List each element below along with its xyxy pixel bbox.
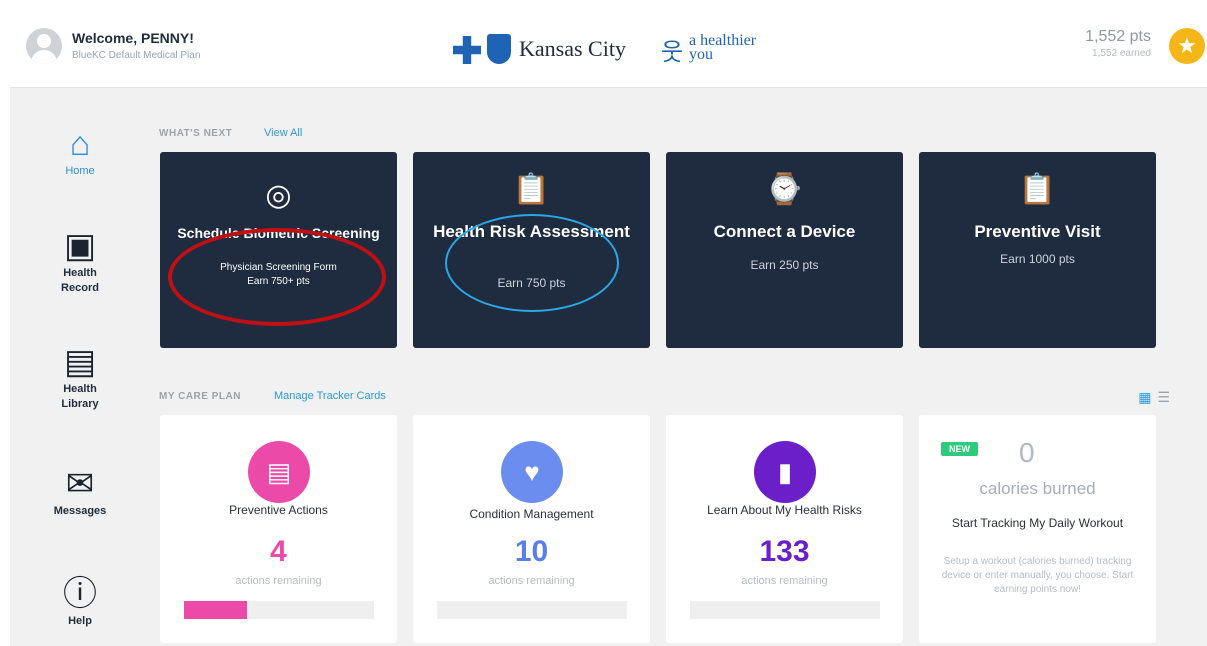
fingerprint-icon: ◎ — [265, 179, 292, 212]
tracker-count: 4 — [270, 535, 287, 568]
logo-tagline: a healthier you — [689, 32, 757, 63]
sidebar-item-label: Help — [68, 615, 92, 627]
tracker-name: Learn About My Health Risks — [707, 503, 862, 517]
card-connect-device[interactable]: ⌚ Connect a Device Earn 250 pts — [666, 152, 903, 348]
grid-view-icon[interactable]: ▦ — [1138, 389, 1151, 405]
card-title: Connect a Device — [713, 222, 856, 241]
whats-next-title: WHAT'S NEXT — [159, 128, 233, 139]
sidebar-item-health-record[interactable]: ▣ Health Record — [10, 226, 150, 296]
manage-tracker-cards-link[interactable]: Manage Tracker Cards — [274, 390, 386, 402]
tracker-remaining: actions remaining — [488, 575, 575, 587]
red-highlight-ellipse — [168, 228, 386, 326]
progress-bar — [184, 601, 374, 619]
points-display[interactable]: 1,552 pts 1,552 earned — [1085, 28, 1151, 59]
sidebar-item-health-library[interactable]: ▤ Health Library — [10, 342, 150, 412]
care-plan-title: MY CARE PLAN — [159, 391, 241, 402]
person-icon: 웃 — [661, 39, 684, 66]
progress-bar — [437, 601, 627, 619]
logo-city: Kansas City — [519, 36, 626, 61]
list-view-icon[interactable]: ☰ — [1157, 389, 1170, 405]
view-all-link[interactable]: View All — [264, 127, 302, 139]
plan-name: BlueKC Default Medical Plan — [72, 50, 201, 61]
card-preventive-visit[interactable]: 📋 Preventive Visit Earn 1000 pts — [919, 152, 1156, 348]
tracker-card-preventive-actions[interactable]: ▤ Preventive Actions 4 actions remaining — [160, 415, 397, 643]
new-badge: NEW — [941, 442, 978, 456]
tracker-count: 133 — [759, 535, 810, 568]
inbox-icon: ✉ — [65, 465, 95, 503]
brand-logo[interactable]: Kansas City 웃 a healthier you — [453, 22, 793, 76]
sidebar-item-messages[interactable]: ✉ Messages — [10, 464, 150, 519]
top-header: Welcome, PENNY! BlueKC Default Medical P… — [10, 8, 1207, 88]
info-icon: ⓘ — [63, 575, 97, 613]
view-toggle: ▦ ☰ — [1138, 389, 1170, 406]
sidebar-item-label: Health Library — [61, 383, 99, 410]
sidebar-item-label: Messages — [53, 505, 107, 517]
tracker-card-health-risks[interactable]: ▮ Learn About My Health Risks 133 action… — [666, 415, 903, 643]
tracker-name: Condition Management — [469, 507, 594, 521]
clipboard-icon: 📋 — [512, 173, 551, 206]
card-schedule-biometric[interactable]: ◎ Schedule Biometric Screening Physician… — [160, 152, 397, 348]
avatar[interactable] — [26, 28, 62, 64]
tracker-card-workout[interactable]: NEW 0 calories burned Start Tracking My … — [919, 415, 1156, 643]
main-content: WHAT'S NEXT View All ◎ Schedule Biometri… — [140, 88, 1207, 646]
book-icon: ▤ — [63, 343, 97, 381]
points-total: 1,552 pts — [1085, 28, 1151, 45]
blue-highlight-ellipse — [445, 214, 619, 312]
clipboard-icon: 📋 — [1018, 173, 1057, 206]
sidebar: ⌂ Home ▣ Health Record ▤ Health Library … — [10, 88, 140, 646]
watch-icon: ⌚ — [765, 173, 804, 206]
tracker-remaining: actions remaining — [235, 575, 322, 587]
sidebar-item-home[interactable]: ⌂ Home — [10, 124, 150, 179]
tracker-count: 10 — [514, 535, 549, 568]
points-earned: 1,552 earned — [1092, 48, 1151, 59]
book-icon: ▮ — [754, 441, 816, 503]
sidebar-item-help[interactable]: ⓘ Help — [10, 574, 150, 629]
sidebar-item-label: Home — [65, 165, 95, 177]
card-points: Earn 250 pts — [750, 258, 819, 272]
tracker-name: Preventive Actions — [229, 503, 328, 517]
card-title: Preventive Visit — [974, 222, 1101, 241]
workout-title: Start Tracking My Daily Workout — [951, 516, 1124, 530]
card-health-risk-assessment[interactable]: 📋 Health Risk Assessment Earn 750 pts — [413, 152, 650, 348]
clipboard-icon: ▤ — [248, 441, 310, 503]
calories-value: 0 — [1019, 437, 1035, 468]
sidebar-item-label: Health Record — [61, 267, 99, 294]
clipboard-plus-icon: ▣ — [63, 227, 97, 265]
workout-description: Setup a workout (calories burned) tracki… — [941, 556, 1134, 595]
tracker-remaining: actions remaining — [741, 575, 828, 587]
blue-shield-icon — [487, 34, 511, 64]
calories-label: calories burned — [979, 479, 1096, 498]
home-icon: ⌂ — [69, 125, 91, 163]
star-icon[interactable]: ★ — [1169, 28, 1205, 64]
blue-cross-icon — [453, 36, 481, 64]
welcome-text: Welcome, PENNY! — [72, 30, 194, 46]
card-points: Earn 1000 pts — [1000, 252, 1075, 266]
progress-bar — [690, 601, 880, 619]
tracker-card-condition-management[interactable]: ♥ Condition Management 10 actions remain… — [413, 415, 650, 643]
heart-hand-icon: ♥ — [501, 441, 563, 503]
